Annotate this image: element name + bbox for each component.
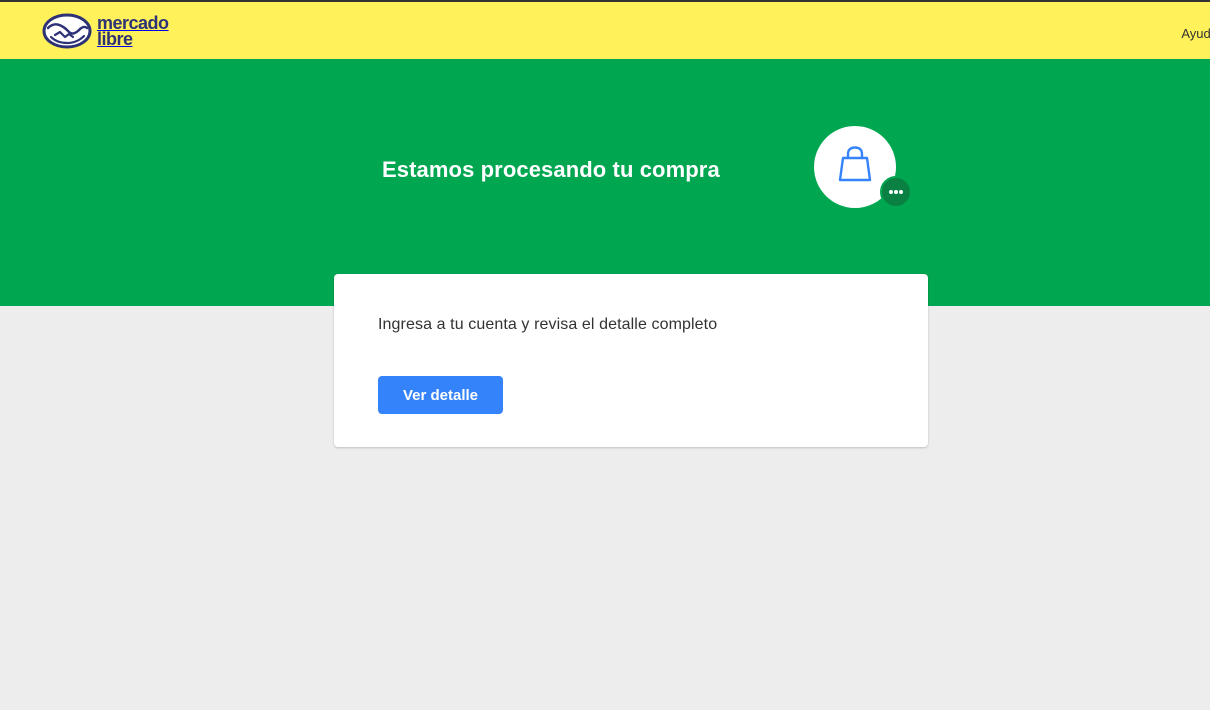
account-detail-card: Ingresa a tu cuenta y revisa el detalle … [334,274,928,447]
purchase-status-banner: Estamos procesando tu compra [0,59,1210,306]
account-detail-message: Ingresa a tu cuenta y revisa el detalle … [378,316,718,333]
help-link[interactable]: Ayuda [1181,26,1210,41]
logo-line-libre: libre [97,29,133,49]
shopping-bag-icon [838,146,872,182]
shopping-bag-circle [814,126,912,208]
more-dots-icon [889,190,903,194]
pending-status-badge [880,176,912,208]
logo-wordmark: mercado libre [97,14,169,49]
purchase-status-title: Estamos procesando tu compra [382,157,720,182]
top-header: mercado libre Ayuda [0,0,1210,59]
mercado-libre-logo[interactable]: mercado libre [42,12,169,50]
view-detail-button[interactable]: Ver detalle [378,376,503,414]
handshake-logo-icon [42,13,92,49]
